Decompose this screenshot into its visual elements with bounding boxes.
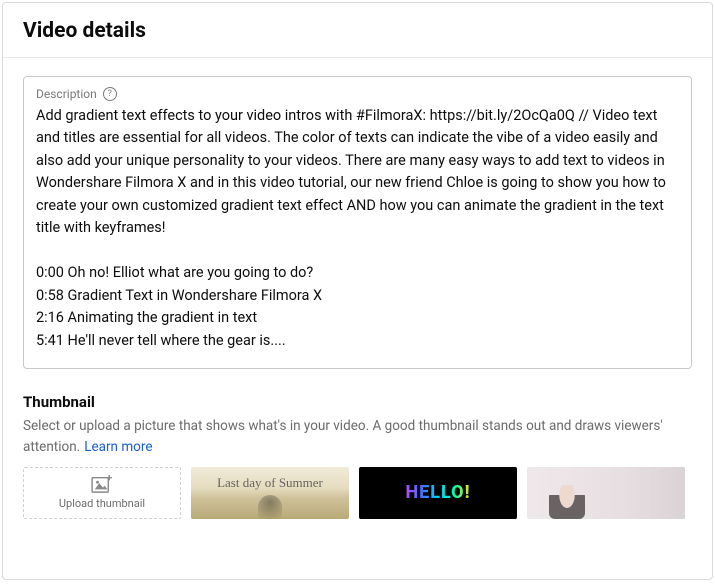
video-details-panel: Video details Description ? Add gradient… <box>2 2 713 580</box>
upload-thumbnail-button[interactable]: Upload thumbnail <box>23 467 181 519</box>
panel-content: Description ? Add gradient text effects … <box>3 58 712 519</box>
thumbnail-row: Upload thumbnail Last day of Summer HELL… <box>23 467 692 519</box>
description-label-row: Description ? <box>36 87 679 101</box>
add-photo-icon <box>91 475 113 493</box>
description-box[interactable]: Description ? Add gradient text effects … <box>23 76 692 369</box>
page-title: Video details <box>23 19 692 43</box>
thumbnail-help-row: Select or upload a picture that shows wh… <box>23 415 692 457</box>
description-label: Description <box>36 87 97 101</box>
thumbnail-option-3[interactable] <box>527 467 685 519</box>
thumbnail-heading: Thumbnail <box>23 393 692 411</box>
description-text[interactable]: Add gradient text effects to your video … <box>36 105 679 352</box>
help-icon[interactable]: ? <box>103 87 117 101</box>
thumbnail-option-2[interactable]: HELLO! <box>359 467 517 519</box>
learn-more-link[interactable]: Learn more <box>84 439 152 455</box>
thumbnail-option-1[interactable]: Last day of Summer <box>191 467 349 519</box>
upload-thumbnail-label: Upload thumbnail <box>59 497 145 510</box>
thumbnail-option-1-text: Last day of Summer <box>217 475 323 491</box>
thumbnail-section: Thumbnail Select or upload a picture tha… <box>23 393 692 519</box>
thumbnail-option-2-text: HELLO! <box>405 482 470 503</box>
panel-header: Video details <box>3 3 712 58</box>
